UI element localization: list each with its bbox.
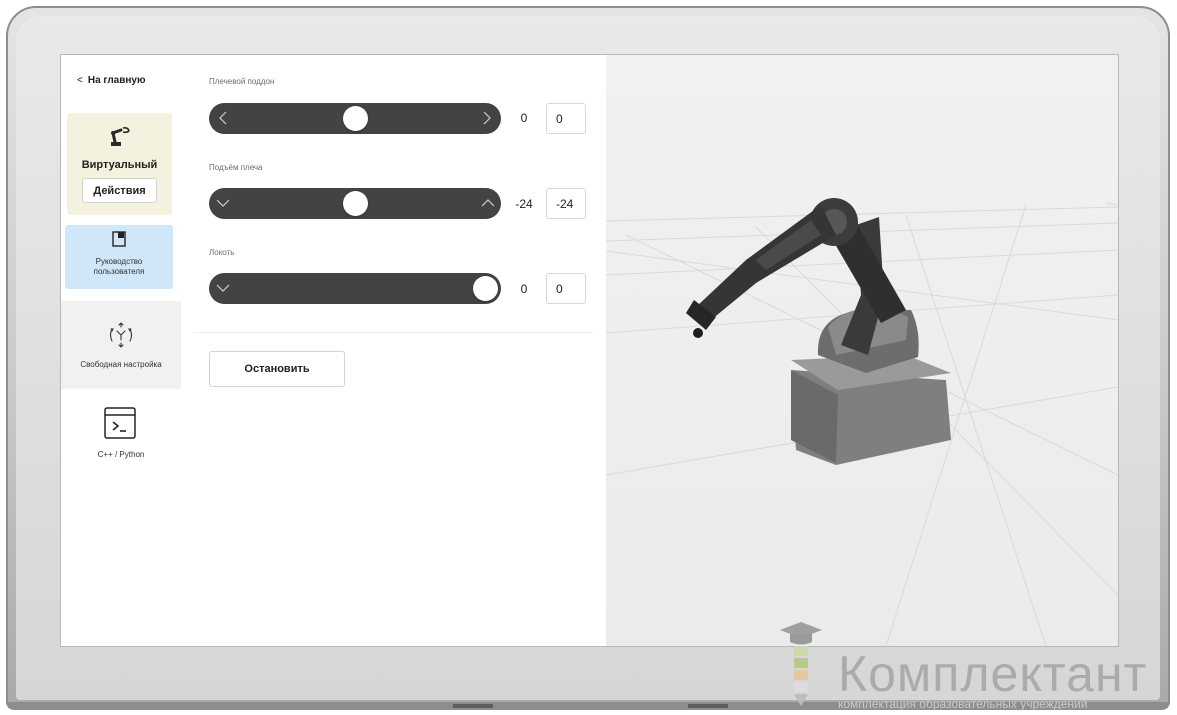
stop-button[interactable]: Остановить xyxy=(209,351,345,387)
shoulder-pan-input[interactable] xyxy=(546,103,586,134)
chevron-up-icon[interactable] xyxy=(480,195,496,211)
brand-logo-icon xyxy=(780,622,822,706)
robot-arm-icon xyxy=(111,127,130,146)
move-arrows-icon xyxy=(109,322,133,348)
free-config-item[interactable]: Свободная настройка xyxy=(61,301,181,389)
chevron-right-icon[interactable] xyxy=(480,110,494,126)
base-notch xyxy=(453,704,493,708)
slider-thumb[interactable] xyxy=(342,191,368,216)
back-label: На главную xyxy=(87,75,146,86)
shoulder-lift-value: -24 xyxy=(515,197,533,211)
shoulder-pan-slider[interactable] xyxy=(209,103,501,134)
user-guide-item[interactable]: Руководство пользователя xyxy=(65,225,173,289)
app-screen: < На главную Виртуальный Действия Руковод… xyxy=(60,54,1119,647)
elbow-label: Локоть xyxy=(209,248,235,257)
book-icon xyxy=(112,231,126,247)
elbow-slider[interactable] xyxy=(209,273,501,304)
code-label: C++ / Python xyxy=(97,450,145,459)
robot-arm-scene xyxy=(605,198,1118,646)
slider-thumb[interactable] xyxy=(342,106,368,131)
base-notch xyxy=(688,704,728,708)
sidebar: < На главную Виртуальный Действия Руковод… xyxy=(61,55,182,646)
shoulder-lift-label: Подъём плеча xyxy=(209,163,263,172)
code-item[interactable]: C++ / Python xyxy=(61,401,181,481)
elbow-value: 0 xyxy=(520,282,528,296)
slider-thumb[interactable] xyxy=(473,276,498,301)
brand-watermark: Комплектант xyxy=(838,646,1148,702)
actions-button[interactable]: Действия xyxy=(82,178,157,203)
user-guide-label-line1: Руководство xyxy=(95,257,143,266)
virtual-card-title: Виртуальный xyxy=(81,159,158,171)
virtual-robot-card[interactable]: Виртуальный Действия xyxy=(67,113,172,215)
brand-tagline: комплектация образовательных учреждений xyxy=(838,697,1088,711)
chevron-down-icon[interactable] xyxy=(215,195,231,211)
elbow-input[interactable] xyxy=(546,273,586,304)
robot-3d-viewport[interactable] xyxy=(605,55,1118,646)
controls-panel: Плечевой поддон 0 Подъём плеча -24 Локот… xyxy=(181,55,606,646)
back-to-home-link[interactable]: < На главную xyxy=(77,75,146,86)
chevron-down-icon[interactable] xyxy=(215,280,231,296)
shoulder-lift-slider[interactable] xyxy=(209,188,501,219)
chevron-left-icon: < xyxy=(77,75,83,86)
panel-divider xyxy=(193,332,593,333)
user-guide-label: Руководство пользователя xyxy=(65,257,173,277)
free-config-label: Свободная настройка xyxy=(80,360,162,369)
shoulder-lift-input[interactable] xyxy=(546,188,586,219)
shoulder-pan-value: 0 xyxy=(520,111,528,125)
terminal-icon xyxy=(104,407,136,439)
user-guide-label-line2: пользователя xyxy=(93,267,145,276)
shoulder-pan-label: Плечевой поддон xyxy=(209,77,275,86)
robot-arm-model xyxy=(686,198,951,465)
chevron-left-icon[interactable] xyxy=(217,110,231,126)
